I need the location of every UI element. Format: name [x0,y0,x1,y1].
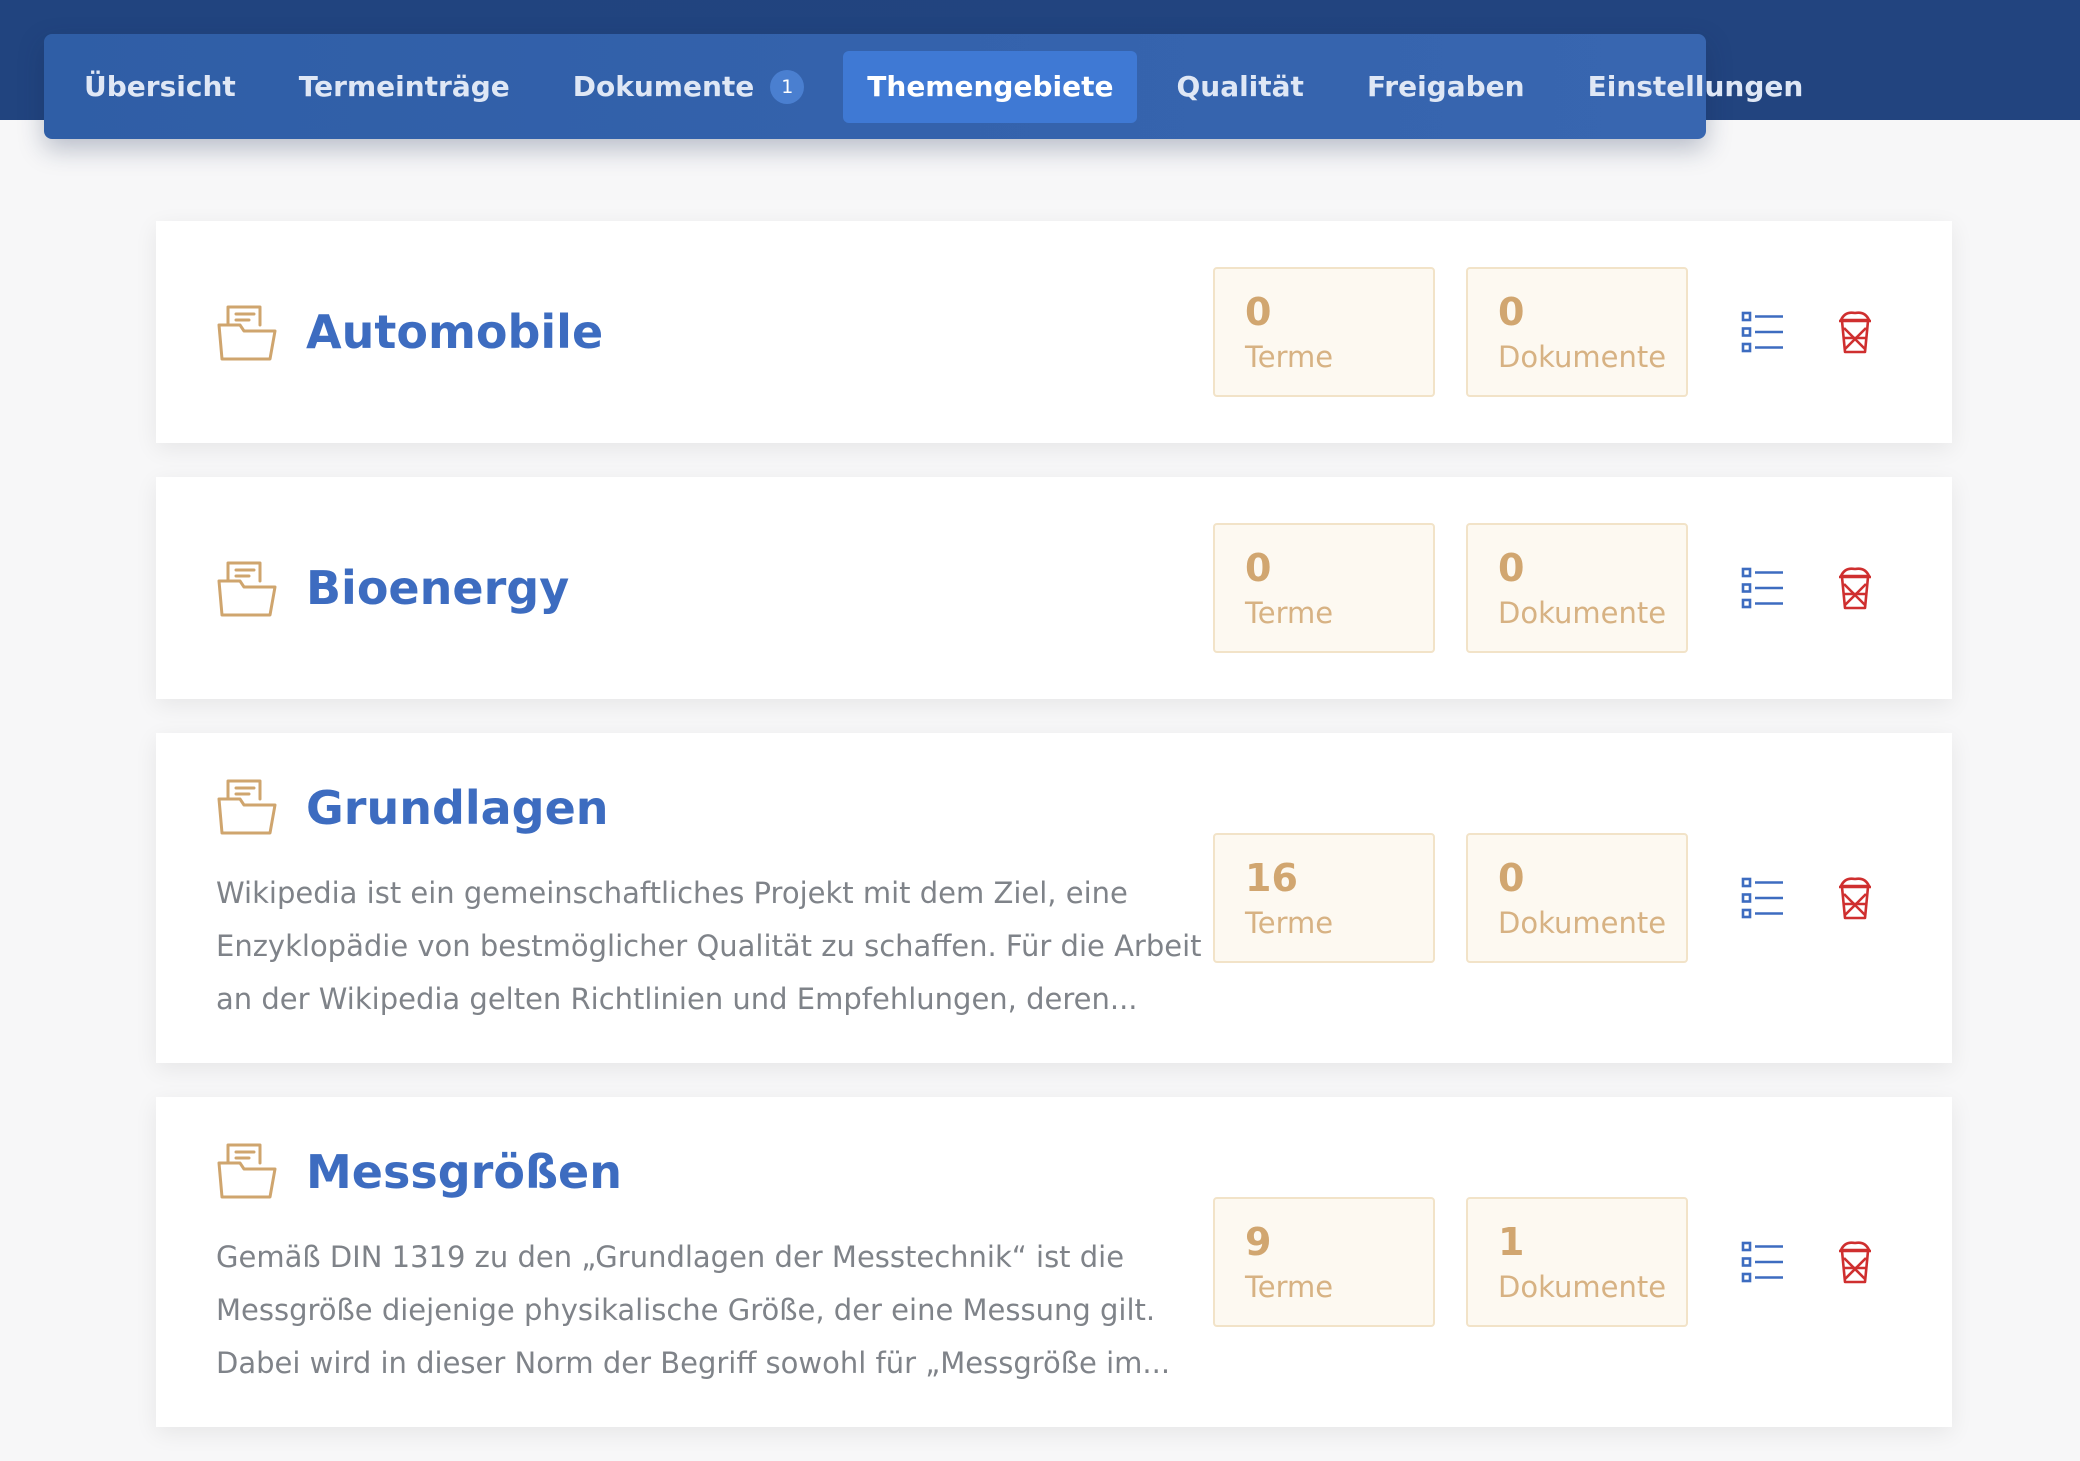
topic-title[interactable]: Messgrößen [306,1149,622,1195]
folder-icon [217,1143,277,1199]
trash-icon[interactable] [1838,876,1872,920]
documents-label: Dokumente [1498,906,1667,940]
terms-count-box: 0 Terme [1213,523,1435,653]
list-icon[interactable] [1741,566,1785,610]
topic-description: Gemäß DIN 1319 zu den „Grundlagen der Me… [216,1240,1171,1380]
terms-count: 0 [1245,290,1272,334]
tab-label: Einstellungen [1587,70,1804,103]
list-icon[interactable] [1741,876,1785,920]
terms-count-box: 9 Terme [1213,1197,1435,1327]
topic-card: Grundlagen Wikipedia ist ein gemeinschaf… [156,733,1952,1063]
main-tab-bar: Übersicht Termeinträge Dokumente 1 Theme… [44,34,1803,139]
list-icon[interactable] [1741,310,1785,354]
terms-label: Terme [1245,596,1334,630]
topic-title[interactable]: Automobile [306,309,603,355]
folder-icon [217,779,277,835]
terms-count: 0 [1245,546,1272,590]
documents-label: Dokumente [1498,340,1667,374]
topic-title[interactable]: Grundlagen [306,785,609,831]
topic-card: Automobile 0 Terme 0 Dokumente [156,221,1952,443]
topic-description: Wikipedia ist ein gemeinschaftliches Pro… [216,876,1202,1016]
documents-count: 0 [1498,546,1525,590]
documents-count-box: 0 Dokumente [1466,833,1688,963]
tab-themengebiete[interactable]: Themengebiete [843,50,1138,123]
list-icon[interactable] [1741,1240,1785,1284]
trash-icon[interactable] [1838,1240,1872,1284]
tab-termeintraege[interactable]: Termeinträge [275,51,534,123]
documents-count-box: 1 Dokumente [1466,1197,1688,1327]
documents-count-box: 0 Dokumente [1466,523,1688,653]
documents-label: Dokumente [1498,1270,1667,1304]
trash-icon[interactable] [1838,310,1872,354]
folder-icon [217,305,277,361]
tab-freigaben[interactable]: Freigaben [1343,51,1549,123]
terms-label: Terme [1245,340,1334,374]
tab-uebersicht[interactable]: Übersicht [60,51,260,123]
documents-count: 0 [1498,290,1525,334]
folder-icon [217,561,277,617]
document-count-badge: 1 [770,69,805,104]
tab-label: Themengebiete [867,70,1114,103]
tab-qualitaet[interactable]: Qualität [1152,51,1328,123]
terms-count-box: 16 Terme [1213,833,1435,963]
topic-list: Automobile 0 Terme 0 Dokumente Bioenergy… [156,221,1952,1461]
terms-count-box: 0 Terme [1213,267,1435,397]
tab-label: Übersicht [84,70,236,103]
documents-count-box: 0 Dokumente [1466,267,1688,397]
tab-label: Dokumente [572,70,755,103]
topic-card: Messgrößen Gemäß DIN 1319 zu den „Grundl… [156,1097,1952,1427]
topic-card: Bioenergy 0 Terme 0 Dokumente [156,477,1952,699]
terms-count: 9 [1245,1220,1272,1264]
tab-einstellungen[interactable]: Einstellungen [1564,51,1828,123]
documents-count: 1 [1498,1220,1525,1264]
tab-label: Termeinträge [298,70,510,103]
tab-label: Freigaben [1366,70,1525,103]
tab-dokumente[interactable]: Dokumente 1 [549,51,829,123]
trash-icon[interactable] [1838,566,1872,610]
documents-count: 0 [1498,856,1525,900]
terms-count: 16 [1245,856,1298,900]
documents-label: Dokumente [1498,596,1667,630]
topic-title[interactable]: Bioenergy [306,565,569,611]
terms-label: Terme [1245,906,1334,940]
tab-label: Qualität [1176,70,1304,103]
terms-label: Terme [1245,1270,1334,1304]
